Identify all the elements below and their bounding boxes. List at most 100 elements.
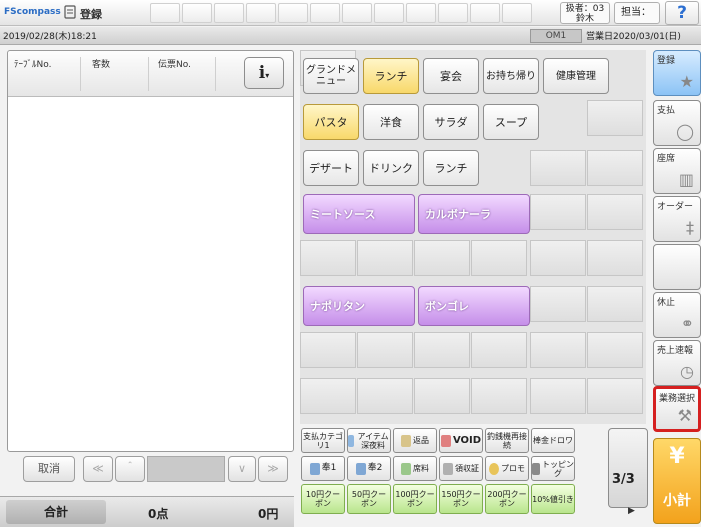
title-segment <box>502 3 532 23</box>
column-divider <box>80 57 81 91</box>
category-takeout[interactable]: お持ち帰り <box>483 58 539 94</box>
scroll-up-button[interactable]: ＾ <box>115 456 145 482</box>
late-night-charge-button[interactable]: アイテム深夜料 <box>347 428 391 453</box>
subcategory-soup[interactable]: スープ <box>483 104 539 140</box>
yen-icon: ◯ <box>676 122 694 141</box>
title-segment <box>470 3 500 23</box>
category-lunch[interactable]: ランチ <box>363 58 419 94</box>
category-health[interactable]: 健康管理 <box>543 58 609 94</box>
return-button[interactable]: 返品 <box>393 428 437 453</box>
total-count: 0点 <box>148 507 169 521</box>
sidebar-order[interactable]: オーダー ‡ <box>653 196 701 242</box>
app-logo: FScompass <box>4 7 61 17</box>
wrench-icon: ⚒ <box>677 406 692 425</box>
stopwatch-icon: ◷ <box>680 362 694 381</box>
sidebar-payment[interactable]: 支払 ◯ <box>653 100 701 146</box>
staff-name: 鈴木 <box>575 14 594 24</box>
change-machine-reconnect-button[interactable]: 釣銭機再接続 <box>485 428 529 453</box>
order-list-panel[interactable] <box>7 50 294 452</box>
register-icon <box>64 5 76 19</box>
tanto-badge[interactable]: 担当： <box>614 2 660 24</box>
title-segment <box>406 3 436 23</box>
total-amount: 0円 <box>258 507 279 521</box>
promo-button[interactable]: プロモ <box>485 456 529 481</box>
empty-cell <box>530 240 586 276</box>
scroll-down-button[interactable]: ∨ <box>228 456 256 482</box>
list-scrollbar[interactable] <box>147 456 225 482</box>
pause-icon: ⚭ <box>680 314 694 333</box>
empty-cell <box>530 378 586 414</box>
sidebar-register[interactable]: 登録 ★ <box>653 50 701 96</box>
title-segment <box>342 3 372 23</box>
sidebar-empty[interactable] <box>653 244 701 290</box>
cancel-button[interactable]: 取消 <box>23 456 75 482</box>
empty-cell <box>587 286 643 322</box>
empty-cell <box>587 378 643 414</box>
category-banquet[interactable]: 宴会 <box>423 58 479 94</box>
void-button[interactable]: VOID <box>439 428 483 453</box>
yen-icon: ¥ <box>669 444 685 469</box>
receipt-icon <box>443 462 453 475</box>
return-icon <box>401 434 411 447</box>
seat-charge-button[interactable]: 席料 <box>393 456 437 481</box>
sidebar-sales-report[interactable]: 売上速報 ◷ <box>653 340 701 386</box>
coupon-50-button[interactable]: 50円クーポン <box>347 484 391 514</box>
om-indicator: OM1 <box>530 29 582 43</box>
subcategory-dessert[interactable]: デザート <box>303 150 359 186</box>
empty-cell <box>414 332 470 368</box>
coupon-10-button[interactable]: 10円クーポン <box>301 484 345 514</box>
receipt-button[interactable]: 領収証 <box>439 456 483 481</box>
empty-cell <box>357 332 413 368</box>
empty-cell <box>300 240 356 276</box>
person-icon: ★ <box>679 72 694 91</box>
empty-cell <box>530 286 586 322</box>
moon-icon <box>348 434 355 447</box>
subcategory-salad[interactable]: サラダ <box>423 104 479 140</box>
empty-cell <box>587 100 643 136</box>
menu-grid: グランドメニュー ランチ 宴会 お持ち帰り 健康管理 パスタ 洋食 サラダ スー… <box>300 50 646 424</box>
empty-cell <box>530 150 586 186</box>
info-button[interactable]: i▾ <box>244 57 284 89</box>
service-icon <box>355 462 366 475</box>
service-1-button[interactable]: 奉1 <box>301 456 345 481</box>
page-next-button[interactable] <box>608 428 648 508</box>
empty-cell <box>357 378 413 414</box>
total-label: 合計 <box>6 500 106 524</box>
service-icon <box>309 462 320 475</box>
scroll-top-button[interactable]: ≪ <box>83 456 113 482</box>
subcategory-western[interactable]: 洋食 <box>363 104 419 140</box>
coupon-100-button[interactable]: 100円クーポン <box>393 484 437 514</box>
empty-cell <box>587 194 643 230</box>
current-datetime: 2019/02/28(木)18:21 <box>3 32 97 42</box>
subcategory-drink[interactable]: ドリンク <box>363 150 419 186</box>
category-grand-menu[interactable]: グランドメニュー <box>303 58 359 94</box>
coupon-200-button[interactable]: 200円クーポン <box>485 484 529 514</box>
title-segment <box>374 3 404 23</box>
page-indicator: 3/3 <box>612 472 635 487</box>
topping-button[interactable]: トッピング <box>531 456 575 481</box>
title-segment <box>278 3 308 23</box>
service-2-button[interactable]: 奉2 <box>347 456 391 481</box>
subcategory-pasta[interactable]: パスタ <box>303 104 359 140</box>
staff-label: 扱者：03 <box>565 4 605 14</box>
empty-cell <box>530 194 586 230</box>
subtotal-label: 小計 <box>663 493 691 509</box>
subcategory-lunch[interactable]: ランチ <box>423 150 479 186</box>
sidebar-seat[interactable]: 座席 ▥ <box>653 148 701 194</box>
payment-category-button[interactable]: 支払カテゴリ1 <box>301 428 345 453</box>
menu-item-napolitan[interactable]: ナポリタン <box>303 286 415 326</box>
coin-drawer-button[interactable]: 棒金ドロワ <box>531 428 575 453</box>
menu-item-vongole[interactable]: ボンゴレ <box>418 286 530 326</box>
empty-cell <box>357 240 413 276</box>
discount-10pct-button[interactable]: 10%値引き <box>531 484 575 514</box>
scroll-bottom-button[interactable]: ≫ <box>258 456 288 482</box>
smile-icon <box>489 462 499 475</box>
help-button[interactable]: ? <box>665 1 699 25</box>
staff-badge[interactable]: 扱者：03 鈴木 <box>560 2 610 24</box>
sidebar-pause[interactable]: 休止 ⚭ <box>653 292 701 338</box>
menu-item-carbonara[interactable]: カルボナーラ <box>418 194 530 234</box>
sidebar-task-select[interactable]: 業務選択 ⚒ <box>653 386 701 432</box>
empty-cell <box>471 378 527 414</box>
coupon-150-button[interactable]: 150円クーポン <box>439 484 483 514</box>
menu-item-meat-sauce[interactable]: ミートソース <box>303 194 415 234</box>
